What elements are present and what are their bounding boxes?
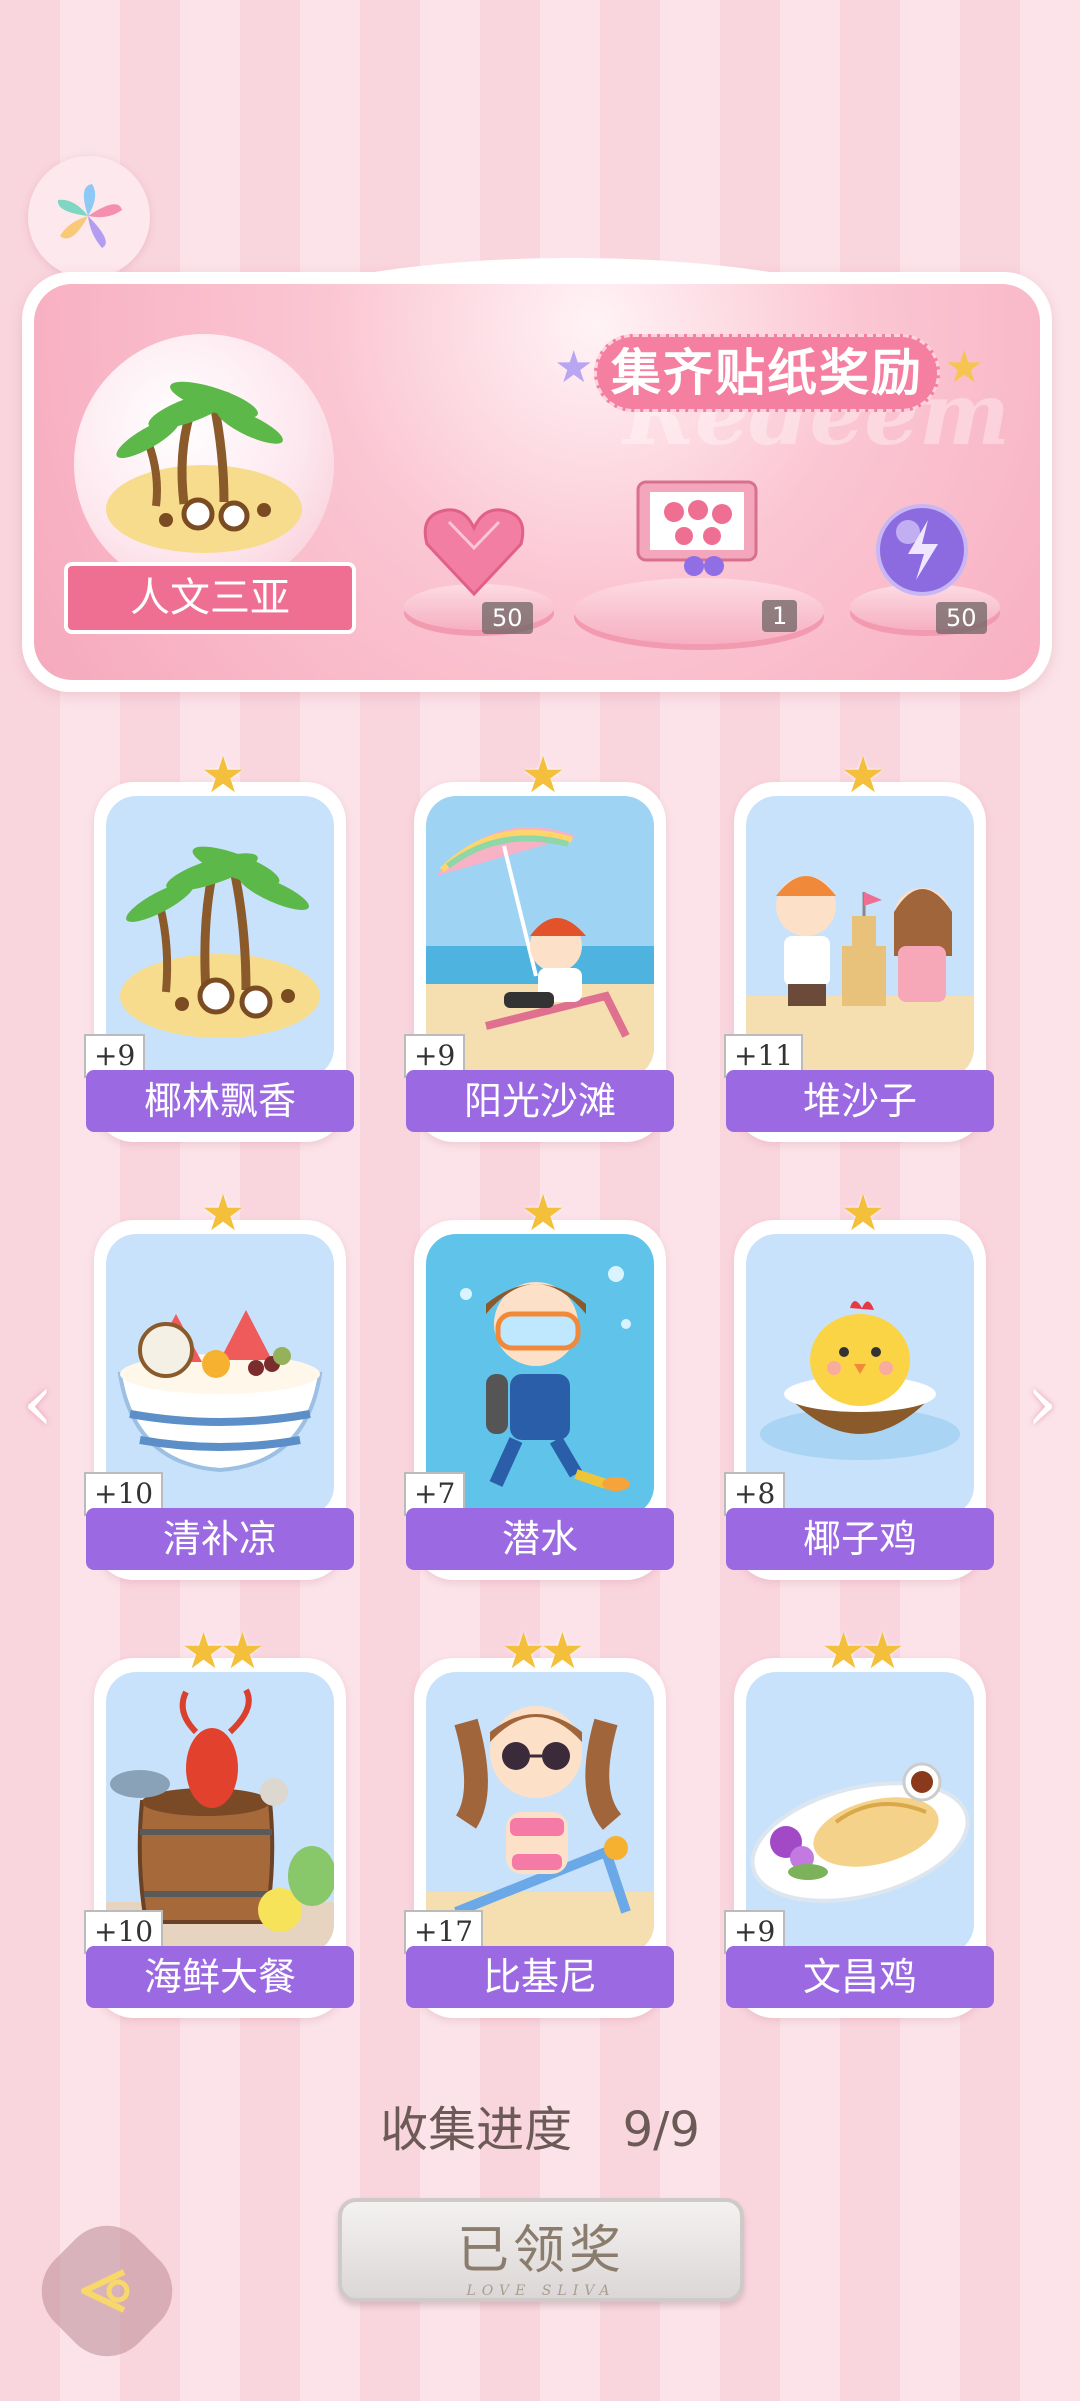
card-label: 椰林飘香 bbox=[86, 1070, 354, 1132]
location-label: 人文三亚 bbox=[64, 562, 356, 634]
card-label: 堆沙子 bbox=[726, 1070, 994, 1132]
sticker-card-diving[interactable]: ★ +7 潜水 bbox=[404, 1184, 674, 1580]
progress-label: 收集进度 bbox=[380, 2102, 573, 2158]
prev-page-arrow[interactable]: ‹ bbox=[22, 1356, 54, 1449]
app-logo[interactable] bbox=[28, 156, 150, 278]
reward-count: 50 bbox=[482, 602, 533, 634]
banner-title: 集齐贴纸奖励 bbox=[594, 334, 940, 412]
sticker-card-coconut-grove[interactable]: ★ +9 椰林飘香 bbox=[84, 746, 354, 1142]
card-label: 比基尼 bbox=[406, 1946, 674, 2008]
sticker-card-seafood-feast[interactable]: ★★ +10 海鲜大餐 bbox=[84, 1622, 354, 2018]
claim-label: 已领奖 bbox=[456, 2221, 625, 2281]
sticker-card-sunny-beach[interactable]: ★ +9 阳光沙滩 bbox=[404, 746, 674, 1142]
reward-count: 1 bbox=[762, 600, 798, 632]
reward-count: 50 bbox=[936, 602, 987, 634]
progress-value: 9/9 bbox=[622, 2102, 700, 2158]
purple-star-icon: ★ bbox=[554, 342, 594, 393]
card-label: 清补凉 bbox=[86, 1508, 354, 1570]
card-label: 阳光沙滩 bbox=[406, 1070, 674, 1132]
card-label: 海鲜大餐 bbox=[86, 1946, 354, 2008]
back-arrow-icon bbox=[81, 2269, 130, 2313]
sticker-card-bikini[interactable]: ★★ +17 比基尼 bbox=[404, 1622, 674, 2018]
sticker-card-wenchang-chicken[interactable]: ★★ +9 文昌鸡 bbox=[724, 1622, 994, 2018]
palm-island-icon bbox=[106, 381, 302, 553]
reward-banner: Redeem ★ 集齐贴纸奖励 ★ 人文三亚 50 1 50 bbox=[22, 258, 1052, 692]
location-bubble bbox=[74, 334, 334, 594]
claim-sub-label: LOVE SLIVA bbox=[466, 2283, 616, 2299]
sticker-card-coconut-chicken[interactable]: ★ +8 椰子鸡 bbox=[724, 1184, 994, 1580]
lightning-orb-icon bbox=[876, 504, 968, 596]
banner-title-group: ★ 集齐贴纸奖励 ★ bbox=[554, 324, 984, 414]
card-label: 椰子鸡 bbox=[726, 1508, 994, 1570]
gift-box-icon bbox=[636, 480, 758, 576]
claim-reward-button[interactable]: 已领奖 LOVE SLIVA bbox=[338, 2198, 744, 2302]
back-button[interactable] bbox=[23, 2207, 191, 2375]
petal-logo-icon bbox=[57, 184, 122, 248]
sticker-card-qingbuliang[interactable]: ★ +10 清补凉 bbox=[84, 1184, 354, 1580]
card-label: 文昌鸡 bbox=[726, 1946, 994, 2008]
pink-heart-gem-icon bbox=[423, 508, 525, 597]
next-page-arrow[interactable]: › bbox=[1026, 1356, 1058, 1449]
sticker-card-sand-pile[interactable]: ★ +11 堆沙子 bbox=[724, 746, 994, 1142]
gold-star-icon: ★ bbox=[944, 342, 984, 393]
card-label: 潜水 bbox=[406, 1508, 674, 1570]
banner-panel: Redeem ★ 集齐贴纸奖励 ★ 人文三亚 50 1 50 bbox=[34, 284, 1040, 680]
collection-progress: 收集进度 9/9 bbox=[0, 2090, 1080, 2160]
